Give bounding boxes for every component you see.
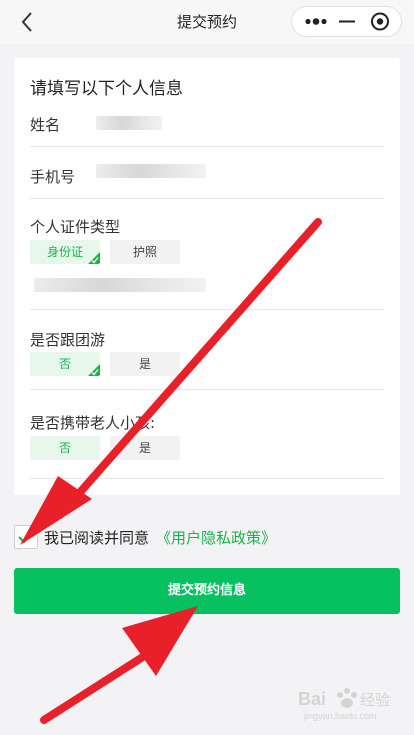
section-title: 请填写以下个人信息 — [30, 79, 183, 99]
divider — [30, 309, 384, 310]
group-tour-option-no[interactable]: 否 — [30, 352, 100, 376]
option-label: 否 — [58, 441, 71, 455]
phone-label: 手机号 — [30, 168, 76, 186]
submit-reservation-button[interactable]: 提交预约信息 — [14, 568, 400, 614]
name-field-redacted[interactable] — [96, 116, 162, 130]
name-label: 姓名 — [30, 116, 61, 134]
divider — [30, 198, 384, 199]
check-icon — [18, 531, 34, 544]
id-type-option-idcard[interactable]: 身份证 — [30, 240, 100, 264]
mini-program-capsule — [291, 6, 402, 37]
personal-info-card: 请填写以下个人信息 姓名 手机号 个人证件类型 身份证 护照 是否跟团游 否 是… — [14, 58, 400, 495]
baidu-jingyan-watermark: Bai 经验 jingyan.baidu.com — [298, 688, 390, 721]
id-number-field-redacted[interactable] — [34, 278, 206, 292]
svg-text:Bai: Bai — [298, 689, 326, 709]
elder-child-label: 是否携带老人小孩: — [30, 414, 156, 432]
arrow-icon — [40, 606, 198, 724]
check-icon — [91, 257, 99, 264]
option-label: 护照 — [132, 245, 157, 259]
option-label: 否 — [58, 357, 71, 371]
minimize-button[interactable] — [336, 7, 358, 36]
option-label: 是 — [138, 441, 151, 455]
elder-child-option-no[interactable]: 否 — [30, 436, 100, 460]
minimize-icon — [339, 20, 355, 23]
target-circle-icon — [371, 12, 389, 31]
divider — [30, 389, 384, 390]
elder-child-option-yes[interactable]: 是 — [110, 436, 180, 460]
divider — [30, 478, 384, 479]
id-type-label: 个人证件类型 — [30, 218, 121, 236]
id-type-option-passport[interactable]: 护照 — [110, 240, 180, 264]
option-label: 是 — [138, 357, 151, 371]
close-miniprogram-button[interactable] — [358, 7, 402, 36]
agreement-text: 我已阅读并同意 — [44, 529, 150, 547]
more-dots-icon — [305, 18, 327, 25]
check-icon — [91, 369, 99, 376]
divider — [30, 146, 384, 147]
option-label: 身份证 — [46, 245, 83, 259]
group-tour-option-yes[interactable]: 是 — [110, 352, 180, 376]
agree-checkbox[interactable] — [14, 525, 38, 549]
svg-text:jingyan.baidu.com: jingyan.baidu.com — [303, 711, 377, 721]
navigation-bar: 提交预约 — [0, 0, 414, 44]
more-button[interactable] — [292, 7, 336, 36]
privacy-policy-link[interactable]: 《用户隐私政策》 — [156, 527, 276, 548]
phone-field-redacted[interactable] — [96, 164, 206, 178]
group-tour-label: 是否跟团游 — [30, 331, 106, 349]
svg-text:经验: 经验 — [360, 691, 390, 709]
